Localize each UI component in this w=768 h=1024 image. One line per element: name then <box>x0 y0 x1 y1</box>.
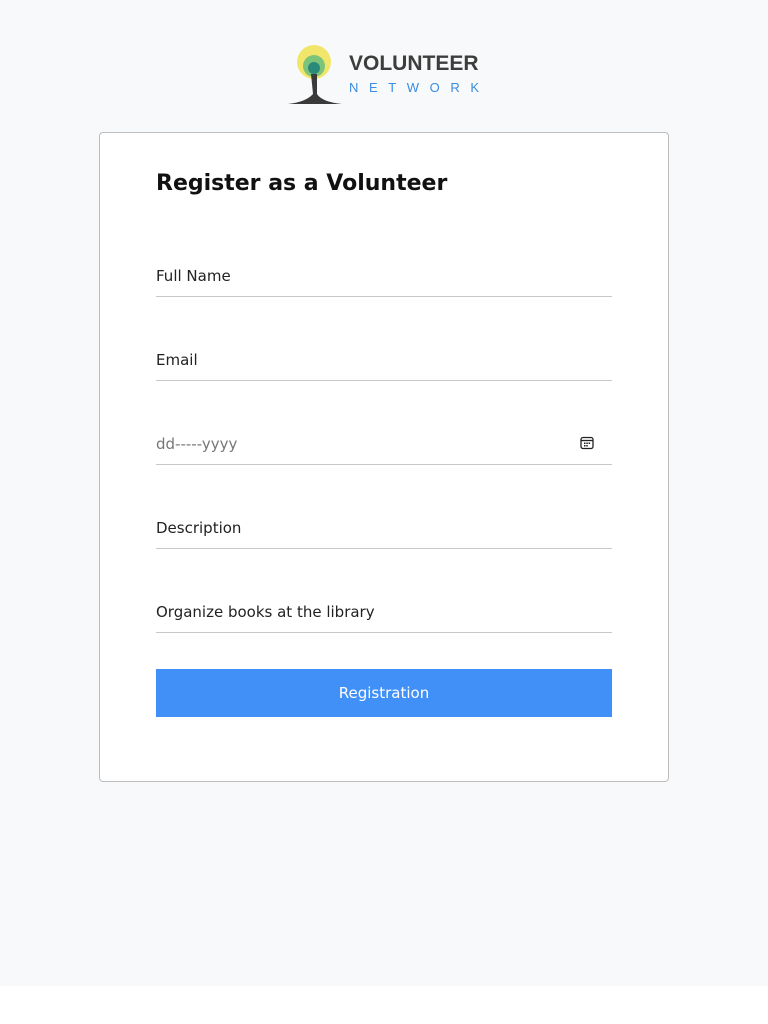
description-field <box>156 505 612 549</box>
tree-icon <box>288 45 342 104</box>
logo-title: VOLUNTEER <box>349 52 479 75</box>
page-title: Register as a Volunteer <box>156 171 448 196</box>
task-input[interactable] <box>156 589 612 632</box>
email-field <box>156 337 612 381</box>
description-input[interactable] <box>156 505 612 548</box>
registration-button[interactable]: Registration <box>156 669 612 717</box>
logo: VOLUNTEER NETWORK <box>286 44 486 106</box>
calendar-icon[interactable] <box>580 436 594 450</box>
email-input[interactable] <box>156 337 612 380</box>
date-input[interactable] <box>156 421 612 464</box>
full-name-field <box>156 253 612 297</box>
full-name-input[interactable] <box>156 253 612 296</box>
registration-card: Register as a Volunteer Registration <box>99 132 669 782</box>
logo-subtitle: NETWORK <box>349 80 490 95</box>
task-field <box>156 589 612 633</box>
date-field <box>156 421 612 465</box>
